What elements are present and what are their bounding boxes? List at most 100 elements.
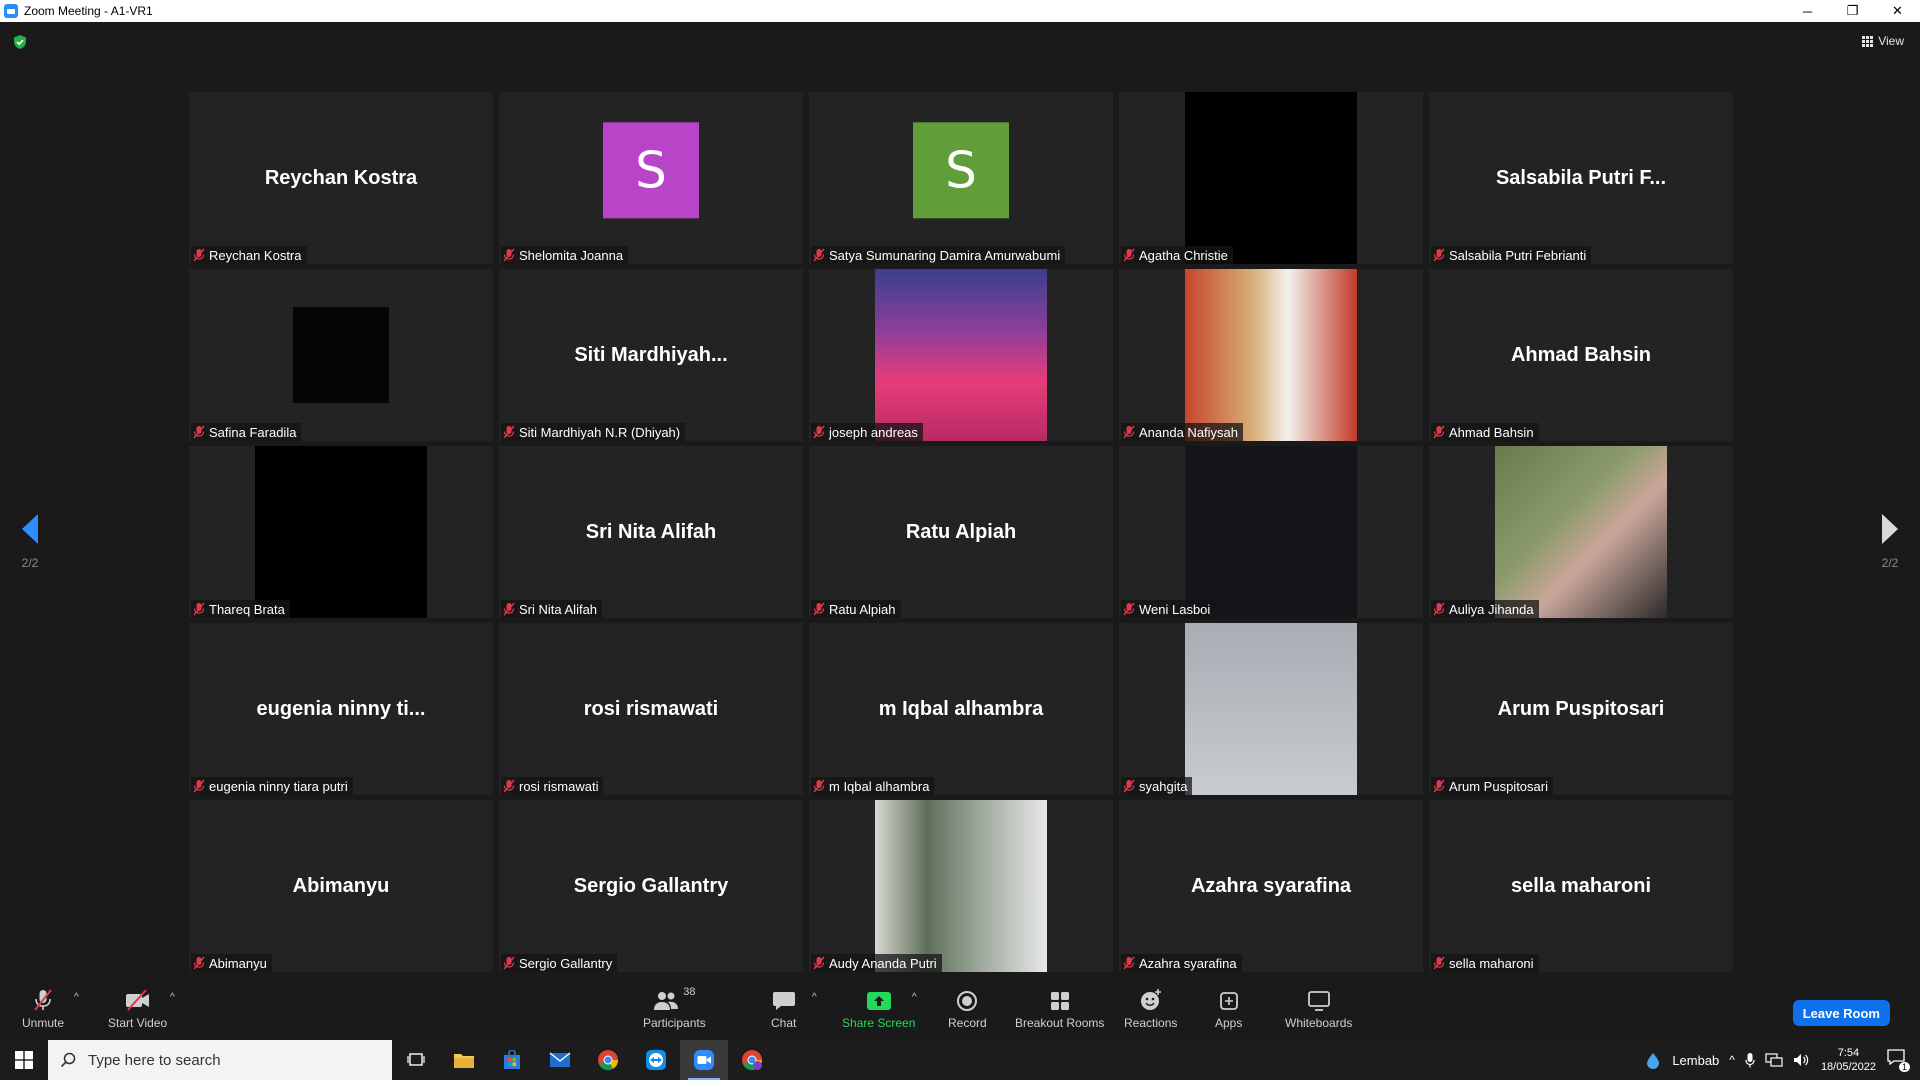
start-button[interactable] bbox=[0, 1040, 48, 1080]
participant-name-label: joseph andreas bbox=[829, 424, 918, 440]
participant-tile[interactable]: m Iqbal alhambra m Iqbal alhambra bbox=[809, 623, 1113, 795]
audio-options-caret[interactable]: ^ bbox=[74, 992, 79, 1003]
mail-icon bbox=[549, 1052, 571, 1067]
participant-tile[interactable]: Auliya Jihanda bbox=[1429, 446, 1733, 618]
weather-label[interactable]: Lembab bbox=[1672, 1053, 1719, 1068]
participant-name-tag: Ratu Alpiah bbox=[811, 600, 901, 618]
participant-tile[interactable]: rosi rismawati rosi rismawati bbox=[499, 623, 803, 795]
view-button[interactable]: View bbox=[1862, 34, 1904, 48]
start-video-label: Start Video bbox=[108, 1016, 168, 1030]
participant-display-name: Arum Puspitosari bbox=[1497, 697, 1665, 720]
unmute-button[interactable]: Unmute bbox=[22, 986, 64, 1030]
participant-video bbox=[1495, 446, 1667, 618]
title-bar: Zoom Meeting - A1-VR1 ─ ❐ ✕ bbox=[0, 0, 1920, 22]
participant-name-tag: Siti Mardhiyah N.R (Dhiyah) bbox=[501, 423, 686, 441]
share-screen-button[interactable]: Share Screen bbox=[842, 986, 915, 1030]
participant-name-tag: Agatha Christie bbox=[1121, 246, 1233, 264]
chat-icon bbox=[772, 986, 796, 1012]
participant-tile[interactable]: eugenia ninny ti... eugenia ninny tiara p… bbox=[189, 623, 493, 795]
record-button[interactable]: Record bbox=[948, 986, 987, 1030]
muted-microphone-icon bbox=[503, 425, 515, 439]
reactions-button[interactable]: Reactions bbox=[1124, 986, 1177, 1030]
participant-tile[interactable]: Ahmad Bahsin Ahmad Bahsin bbox=[1429, 269, 1733, 441]
participants-button[interactable]: 38 Participants bbox=[643, 986, 706, 1030]
start-video-button[interactable]: Start Video bbox=[108, 986, 167, 1030]
muted-microphone-icon bbox=[1123, 602, 1135, 616]
muted-microphone-icon bbox=[813, 425, 825, 439]
apps-button[interactable]: Apps bbox=[1215, 986, 1242, 1030]
volume-icon[interactable] bbox=[1793, 1052, 1811, 1068]
participant-name-label: Reychan Kostra bbox=[209, 247, 302, 263]
participant-tile[interactable]: Azahra syarafina Azahra syarafina bbox=[1119, 800, 1423, 972]
whiteboards-button[interactable]: Whiteboards bbox=[1285, 986, 1352, 1030]
participant-tile[interactable]: sella maharoni sella maharoni bbox=[1429, 800, 1733, 972]
participant-tile[interactable]: Audy Ananda Putri bbox=[809, 800, 1113, 972]
minimize-button[interactable]: ─ bbox=[1785, 0, 1830, 22]
participant-tile[interactable]: Siti Mardhiyah... Siti Mardhiyah N.R (Dhi… bbox=[499, 269, 803, 441]
participant-tile[interactable]: Safina Faradila bbox=[189, 269, 493, 441]
teamviewer-button[interactable] bbox=[632, 1040, 680, 1080]
participant-tile[interactable]: S Shelomita Joanna bbox=[499, 92, 803, 264]
weather-droplet-icon[interactable] bbox=[1644, 1051, 1662, 1069]
participant-video bbox=[1185, 623, 1357, 795]
microphone-icon[interactable] bbox=[1745, 1052, 1755, 1068]
previous-page-button[interactable]: 2/2 bbox=[10, 514, 50, 570]
next-page-button[interactable]: 2/2 bbox=[1870, 514, 1910, 570]
chat-options-caret[interactable]: ^ bbox=[812, 992, 817, 1003]
participant-display-name: Sri Nita Alifah bbox=[585, 520, 717, 543]
muted-microphone-icon bbox=[193, 248, 205, 262]
participant-name-label: Arum Puspitosari bbox=[1449, 778, 1548, 794]
breakout-rooms-button[interactable]: Breakout Rooms bbox=[1015, 986, 1104, 1030]
system-tray: Lembab ^ 7:54 18/05/2022 1 bbox=[1644, 1040, 1920, 1080]
participant-tile[interactable]: syahgita bbox=[1119, 623, 1423, 795]
participant-name-label: eugenia ninny tiara putri bbox=[209, 778, 348, 794]
participant-video bbox=[255, 446, 427, 618]
participant-tile[interactable]: Sergio Gallantry Sergio Gallantry bbox=[499, 800, 803, 972]
leave-room-button[interactable]: Leave Room bbox=[1792, 1000, 1890, 1026]
participant-tile[interactable]: Ananda Nafiysah bbox=[1119, 269, 1423, 441]
participant-name-tag: Thareq Brata bbox=[191, 600, 290, 618]
avatar: S bbox=[603, 122, 699, 219]
participant-tile[interactable]: Agatha Christie bbox=[1119, 92, 1423, 264]
participant-tile[interactable]: Abimanyu Abimanyu bbox=[189, 800, 493, 972]
participant-name-tag: Auliya Jihanda bbox=[1431, 600, 1539, 618]
task-view-button[interactable] bbox=[392, 1040, 440, 1080]
participant-tile[interactable]: Sri Nita Alifah Sri Nita Alifah bbox=[499, 446, 803, 618]
participant-tile[interactable]: Thareq Brata bbox=[189, 446, 493, 618]
show-hidden-icons-chevron-icon[interactable]: ^ bbox=[1729, 1053, 1735, 1067]
participant-name-tag: Azahra syarafina bbox=[1121, 954, 1242, 972]
share-screen-icon bbox=[866, 986, 892, 1012]
participant-tile[interactable]: Salsabila Putri F... Salsabila Putri Febr… bbox=[1429, 92, 1733, 264]
muted-microphone-icon bbox=[1123, 956, 1135, 970]
share-options-caret[interactable]: ^ bbox=[912, 992, 917, 1003]
participant-name-tag: Ahmad Bahsin bbox=[1431, 423, 1539, 441]
clock-time: 7:54 bbox=[1837, 1047, 1860, 1059]
shield-icon[interactable] bbox=[12, 34, 28, 50]
window-title: Zoom Meeting - A1-VR1 bbox=[24, 4, 153, 18]
chat-button[interactable]: Chat bbox=[771, 986, 796, 1030]
participant-tile[interactable]: Arum Puspitosari Arum Puspitosari bbox=[1429, 623, 1733, 795]
video-off-icon bbox=[124, 986, 152, 1012]
chrome-button[interactable] bbox=[584, 1040, 632, 1080]
muted-microphone-icon bbox=[1433, 425, 1445, 439]
mail-button[interactable] bbox=[536, 1040, 584, 1080]
participant-name-label: Salsabila Putri Febrianti bbox=[1449, 247, 1587, 263]
file-explorer-button[interactable] bbox=[440, 1040, 488, 1080]
participant-tile[interactable]: Weni Lasboi bbox=[1119, 446, 1423, 618]
zoom-taskbar-button[interactable] bbox=[680, 1040, 728, 1080]
participant-tile[interactable]: joseph andreas bbox=[809, 269, 1113, 441]
clock[interactable]: 7:54 18/05/2022 bbox=[1821, 1046, 1876, 1074]
participant-tile[interactable]: Ratu Alpiah Ratu Alpiah bbox=[809, 446, 1113, 618]
network-icon[interactable] bbox=[1765, 1052, 1783, 1068]
close-button[interactable]: ✕ bbox=[1875, 0, 1920, 22]
microsoft-store-button[interactable] bbox=[488, 1040, 536, 1080]
restore-button[interactable]: ❐ bbox=[1830, 0, 1875, 22]
participant-tile[interactable]: Reychan Kostra Reychan Kostra bbox=[189, 92, 493, 264]
participant-tile[interactable]: S Satya Sumunaring Damira Amurwabumi bbox=[809, 92, 1113, 264]
participant-name-label: Sri Nita Alifah bbox=[519, 601, 598, 617]
video-options-caret[interactable]: ^ bbox=[170, 992, 175, 1003]
chrome-profile-button[interactable] bbox=[728, 1040, 776, 1080]
taskbar-search[interactable]: Type here to search bbox=[48, 1040, 392, 1080]
page-indicator-right: 2/2 bbox=[1881, 556, 1899, 570]
notification-center-button[interactable]: 1 bbox=[1886, 1048, 1910, 1072]
